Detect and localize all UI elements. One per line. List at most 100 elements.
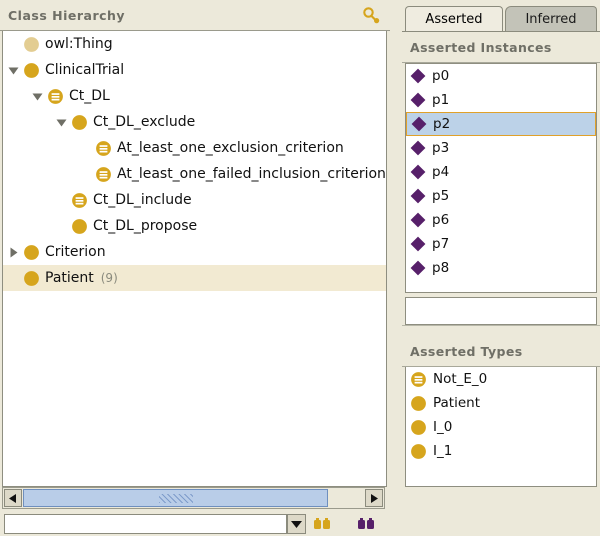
individual-diamond-icon [410,188,426,204]
scroll-thumb-grip [158,493,193,503]
tree-row[interactable]: At_least_one_exclusion_criterion [3,135,386,161]
tree-node-label: Ct_DL_include [93,192,192,208]
type-list-item[interactable]: Not_E_0 [406,367,596,391]
scroll-left-arrow[interactable] [4,489,22,507]
instance-list-item[interactable]: p0 [406,64,596,88]
protege-window: Class Hierarchy owl:Thing ClinicalTrial Ct… [0,0,600,536]
tree-row[interactable]: Criterion [3,239,386,265]
instance-list-item[interactable]: p5 [406,184,596,208]
defined-class-icon [410,371,427,388]
tree-node-label: ClinicalTrial [45,62,125,78]
magnifier-search-icon[interactable] [361,6,381,26]
section-separator [402,325,600,336]
class-circle-icon [71,114,88,131]
instance-list-item[interactable]: p7 [406,232,596,256]
tree-row[interactable]: Ct_DL_propose [3,213,386,239]
class-hierarchy-pane: Class Hierarchy owl:Thing ClinicalTrial Ct… [0,0,390,536]
instance-label: p6 [432,212,450,228]
pane-divider[interactable] [390,0,402,536]
tree-node-label: At_least_one_failed_inclusion_criterion [117,166,386,182]
twisty-placeholder [7,272,20,285]
tree-row[interactable]: owl:Thing [3,31,386,57]
type-label: I_0 [433,419,453,435]
twisty-expanded-icon[interactable] [7,64,20,77]
individual-diamond-icon [410,140,426,156]
asserted-instances-title: Asserted Instances [410,39,552,55]
instance-label: p2 [433,116,451,132]
scrollbar-track[interactable] [23,489,364,507]
twisty-expanded-icon[interactable] [31,90,44,103]
tree-row[interactable]: Ct_DL [3,83,386,109]
defined-class-icon [71,192,88,209]
tree-node-label: Ct_DL_exclude [93,114,196,130]
scroll-right-arrow[interactable] [365,489,383,507]
instance-list-item[interactable]: p8 [406,256,596,280]
class-circle-icon [410,395,427,412]
scrollbar-thumb[interactable] [23,489,328,507]
assertion-tabs: Asserted Inferred [402,0,600,32]
asserted-types-title: Asserted Types [410,343,523,359]
class-tree-toolbar [0,511,390,536]
class-filter-combo[interactable] [4,514,287,534]
class-circle-icon [71,218,88,235]
twisty-placeholder [79,168,92,181]
tree-horizontal-scrollbar[interactable] [2,487,385,509]
twisty-placeholder [55,220,68,233]
individual-diamond-icon [410,260,426,276]
tree-node-label: Criterion [45,244,106,260]
instance-label: p1 [432,92,450,108]
instance-list-item[interactable]: p2 [406,112,596,136]
tab-underline [402,31,600,32]
twisty-placeholder [79,142,92,155]
class-hierarchy-tree[interactable]: owl:Thing ClinicalTrial Ct_DL Ct_DL_exclude… [2,31,387,487]
asserted-types-list[interactable]: Not_E_0 Patient I_0 I_1 [405,367,597,487]
instance-label: p5 [432,188,450,204]
asserted-types-header: Asserted Types [402,336,600,367]
class-circle-icon [410,443,427,460]
instance-list-item[interactable]: p3 [406,136,596,160]
tree-row[interactable]: At_least_one_failed_inclusion_criterion [3,161,386,187]
panel-title: Class Hierarchy [8,7,126,23]
class-circle-icon [23,244,40,261]
type-list-item[interactable]: Patient [406,391,596,415]
instance-label: p4 [432,164,450,180]
instance-list-item[interactable]: p4 [406,160,596,184]
tree-row[interactable]: Ct_DL_exclude [3,109,386,135]
twisty-expanded-icon[interactable] [55,116,68,129]
class-search-icon[interactable] [312,516,334,532]
instance-list-item[interactable]: p1 [406,88,596,112]
tab-inferred[interactable]: Inferred [505,6,597,31]
chevron-down-icon[interactable] [287,514,306,534]
tree-row[interactable]: Patient (9) [3,265,386,291]
individual-diamond-icon [410,92,426,108]
tree-node-label: Patient [45,270,94,286]
class-circle-icon [23,62,40,79]
tree-node-label: owl:Thing [45,36,113,52]
type-list-item[interactable]: I_0 [406,415,596,439]
defined-class-icon [95,140,112,157]
twisty-placeholder [7,38,20,51]
instance-list-item[interactable]: p6 [406,208,596,232]
tab-asserted[interactable]: Asserted [405,6,503,31]
class-circle-icon [410,419,427,436]
asserted-instances-header: Asserted Instances [402,32,600,63]
asserted-instances-list[interactable]: p0 p1 p2 p3 p4 p5 p6 p7 p8 [405,63,597,293]
individuals-pane: Asserted Inferred Asserted Instances p0 p… [402,0,600,536]
individual-diamond-icon [410,164,426,180]
class-circle-pale-icon [23,36,40,53]
individual-search-icon[interactable] [356,516,378,532]
tree-node-label: Ct_DL [69,88,110,104]
twisty-placeholder [55,194,68,207]
instance-label: p3 [432,140,450,156]
instance-filter-field[interactable] [405,297,597,325]
individual-diamond-icon [410,212,426,228]
tree-row[interactable]: ClinicalTrial [3,57,386,83]
type-label: I_1 [433,443,453,459]
instance-label: p7 [432,236,450,252]
tree-node-count: (9) [100,271,118,285]
tree-row[interactable]: Ct_DL_include [3,187,386,213]
type-list-item[interactable]: I_1 [406,439,596,463]
instance-label: p0 [432,68,450,84]
type-label: Not_E_0 [433,371,488,387]
twisty-collapsed-icon[interactable] [7,246,20,259]
